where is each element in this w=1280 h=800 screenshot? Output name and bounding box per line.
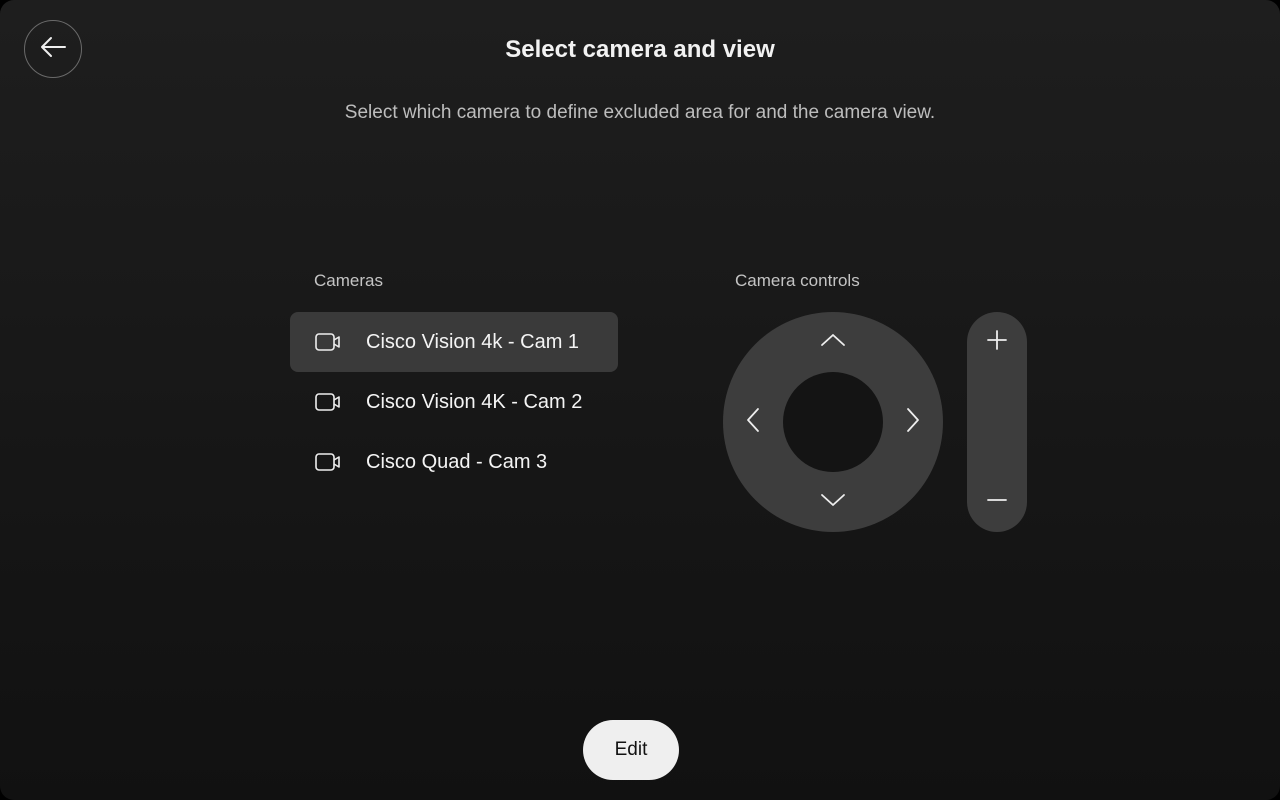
camera-name: Cisco Vision 4K - Cam 2 (366, 390, 583, 413)
zoom-in-button[interactable] (967, 312, 1027, 372)
video-camera-icon (314, 391, 342, 413)
camera-name: Cisco Quad - Cam 3 (366, 450, 548, 473)
pan-tilt-pad (723, 312, 943, 532)
pan-left-button[interactable] (733, 402, 773, 442)
plus-icon (986, 329, 1008, 356)
camera-view-screen: Select camera and view Select which came… (0, 0, 1280, 800)
pan-right-button[interactable] (893, 402, 933, 442)
pan-tilt-center[interactable] (783, 372, 883, 472)
chevron-left-icon (745, 407, 761, 438)
minus-icon (986, 489, 1008, 516)
video-camera-icon (314, 331, 342, 353)
page-title: Select camera and view (505, 36, 775, 63)
tilt-down-button[interactable] (813, 482, 853, 522)
camera-name: Cisco Vision 4k - Cam 1 (366, 330, 580, 353)
video-camera-icon (314, 451, 342, 473)
camera-list: Cisco Vision 4k - Cam 1 Cisco Vision 4K … (290, 312, 618, 492)
camera-item-1[interactable]: Cisco Vision 4k - Cam 1 (290, 312, 618, 372)
chevron-up-icon (820, 332, 846, 353)
camera-item-3[interactable]: Cisco Quad - Cam 3 (290, 432, 618, 492)
cameras-section-label: Cameras (314, 271, 383, 290)
chevron-right-icon (905, 407, 921, 438)
page-subtitle: Select which camera to define excluded a… (344, 102, 936, 123)
chevron-down-icon (820, 492, 846, 513)
camera-controls-label: Camera controls (735, 271, 860, 290)
zoom-out-button[interactable] (967, 472, 1027, 532)
edit-button[interactable]: Edit (583, 720, 679, 780)
camera-item-2[interactable]: Cisco Vision 4K - Cam 2 (290, 372, 618, 432)
zoom-control (967, 312, 1027, 532)
tilt-up-button[interactable] (813, 322, 853, 362)
